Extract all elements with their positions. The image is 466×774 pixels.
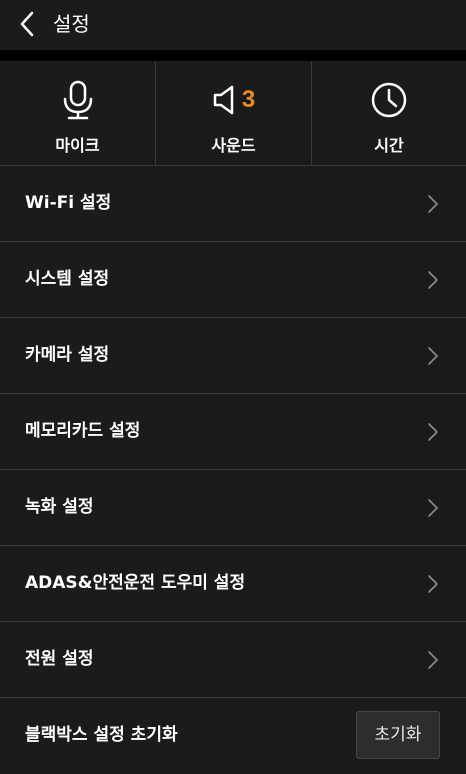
chevron-right-icon	[428, 195, 438, 213]
header-divider	[0, 50, 466, 61]
clock-icon	[371, 82, 407, 118]
chevron-right-icon	[428, 423, 438, 441]
sound-label: 사운드	[211, 136, 256, 155]
chevron-right-icon	[428, 499, 438, 517]
settings-list: Wi-Fi 설정 시스템 설정 카메라 설정 메모리카드 설정 녹화 설정 AD…	[0, 165, 466, 773]
speaker-icon	[213, 85, 234, 115]
chevron-left-icon	[20, 11, 34, 37]
menu-item-memory-card[interactable]: 메모리카드 설정	[0, 393, 466, 469]
time-button[interactable]: 시간	[311, 61, 466, 165]
menu-item-label: 카메라 설정	[25, 345, 110, 365]
reset-row: 블랙박스 설정 초기화 초기화	[0, 697, 466, 773]
volume-level: 3	[241, 86, 256, 113]
microphone-toggle[interactable]: 마이크	[0, 61, 155, 165]
menu-item-recording[interactable]: 녹화 설정	[0, 469, 466, 545]
reset-button[interactable]: 초기화	[356, 711, 440, 759]
chevron-right-icon	[428, 575, 438, 593]
menu-item-wifi[interactable]: Wi-Fi 설정	[0, 165, 466, 241]
quick-settings: 마이크 3 사운드 시간	[0, 61, 466, 165]
menu-item-power[interactable]: 전원 설정	[0, 621, 466, 697]
chevron-right-icon	[428, 347, 438, 365]
menu-item-system[interactable]: 시스템 설정	[0, 241, 466, 317]
menu-item-label: 전원 설정	[25, 649, 94, 669]
sound-volume-button[interactable]: 3 사운드	[155, 61, 311, 165]
microphone-icon	[63, 80, 92, 120]
back-button[interactable]	[14, 9, 40, 39]
menu-item-camera[interactable]: 카메라 설정	[0, 317, 466, 393]
menu-item-adas[interactable]: ADAS&안전운전 도우미 설정	[0, 545, 466, 621]
menu-item-label: 메모리카드 설정	[25, 421, 141, 441]
header: 설정	[0, 0, 466, 50]
microphone-label: 마이크	[55, 136, 100, 155]
page-title: 설정	[53, 12, 90, 36]
menu-item-label: Wi-Fi 설정	[25, 193, 112, 213]
reset-label: 블랙박스 설정 초기화	[25, 725, 178, 745]
menu-item-label: 시스템 설정	[25, 269, 110, 289]
chevron-right-icon	[428, 651, 438, 669]
menu-item-label: 녹화 설정	[25, 497, 94, 517]
chevron-right-icon	[428, 271, 438, 289]
time-label: 시간	[374, 136, 404, 155]
menu-item-label: ADAS&안전운전 도우미 설정	[25, 573, 246, 593]
